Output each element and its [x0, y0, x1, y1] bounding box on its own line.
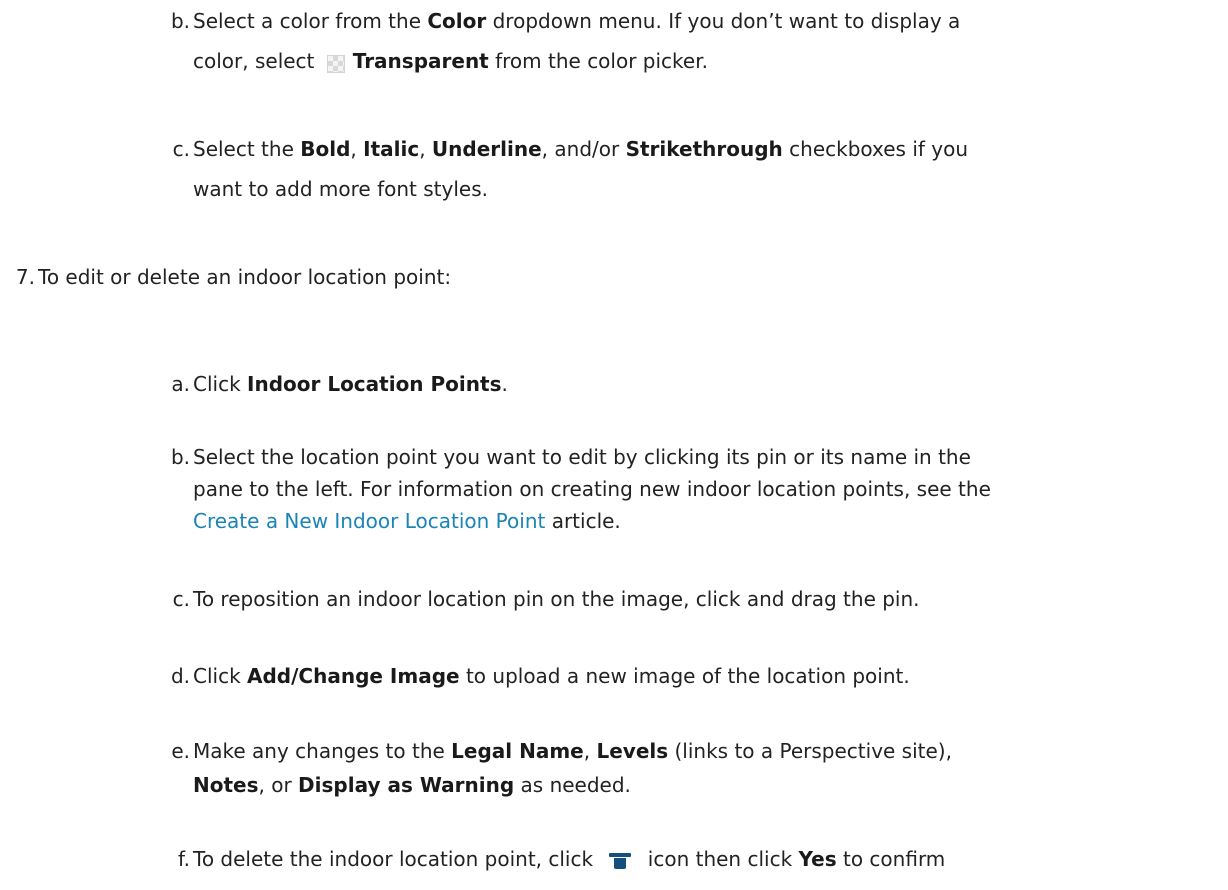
indoor-location-points-label: Indoor Location Points: [247, 372, 502, 396]
yes-label: Yes: [798, 847, 837, 871]
legal-name-label: Legal Name: [451, 739, 584, 763]
step-b-color: b. Select a color from the Color dropdow…: [171, 1, 961, 81]
list-item-text: want to add more font styles.: [193, 177, 488, 201]
list-item-text: Click Add/Change Image to upload a new i…: [193, 664, 910, 688]
list-item-text: To delete the indoor location point, cli…: [193, 847, 946, 871]
display-as-warning-label: Display as Warning: [298, 773, 515, 797]
notes-label: Notes: [193, 773, 259, 797]
list-item-text: To reposition an indoor location pin on …: [193, 587, 920, 611]
list-marker: b.: [170, 9, 190, 33]
list-marker: a.: [171, 372, 190, 396]
add-change-image-label: Add/Change Image: [247, 664, 460, 688]
underline-label: Underline: [431, 137, 542, 161]
list-item-text: Select a color from the Color dropdown m…: [193, 9, 961, 33]
list-marker: c.: [172, 587, 190, 611]
levels-label: Levels: [596, 739, 669, 763]
list-marker: d.: [170, 664, 190, 688]
transparent-swatch-icon: [326, 55, 345, 73]
create-indoor-location-point-link[interactable]: Create a New Indoor Location Point: [193, 509, 545, 533]
strikethrough-label: Strikethrough: [625, 137, 783, 161]
list-marker: e.: [171, 739, 190, 763]
step-c-reposition: c. To reposition an indoor location pin …: [173, 579, 920, 619]
list-marker: f.: [178, 847, 190, 871]
list-marker: 7.: [15, 265, 35, 289]
step-7: 7. To edit or delete an indoor location …: [16, 257, 452, 297]
color-label: Color: [427, 9, 487, 33]
list-item-text: color, select Transparent from the color…: [193, 49, 708, 73]
list-item-text: Create a New Indoor Location Point artic…: [193, 509, 621, 533]
list-marker: c.: [172, 137, 190, 161]
step-a-click: a. Click Indoor Location Points.: [171, 364, 508, 404]
list-marker: b.: [170, 445, 190, 469]
list-item-text: Click Indoor Location Points.: [193, 372, 508, 396]
list-item-text: Notes, or Display as Warning as needed.: [193, 773, 631, 797]
list-item-text: Select the Bold, Italic, Underline, and/…: [193, 137, 969, 161]
step-d-image: d. Click Add/Change Image to upload a ne…: [171, 656, 910, 696]
list-item-text: pane to the left. For information on cre…: [193, 477, 991, 501]
step-b-select: b. Select the location point you want to…: [171, 441, 991, 537]
step-f-delete: f. To delete the indoor location point, …: [178, 839, 946, 879]
trash-icon: [609, 853, 632, 869]
step-e-changes: e. Make any changes to the Legal Name, L…: [171, 734, 952, 802]
list-item-text: Make any changes to the Legal Name, Leve…: [193, 739, 952, 763]
transparent-label: Transparent: [352, 49, 489, 73]
bold-label: Bold: [300, 137, 351, 161]
italic-label: Italic: [363, 137, 420, 161]
step-c-styles: c. Select the Bold, Italic, Underline, a…: [173, 129, 969, 209]
list-item-text: Select the location point you want to ed…: [193, 445, 971, 469]
list-item-text: To edit or delete an indoor location poi…: [38, 265, 452, 289]
